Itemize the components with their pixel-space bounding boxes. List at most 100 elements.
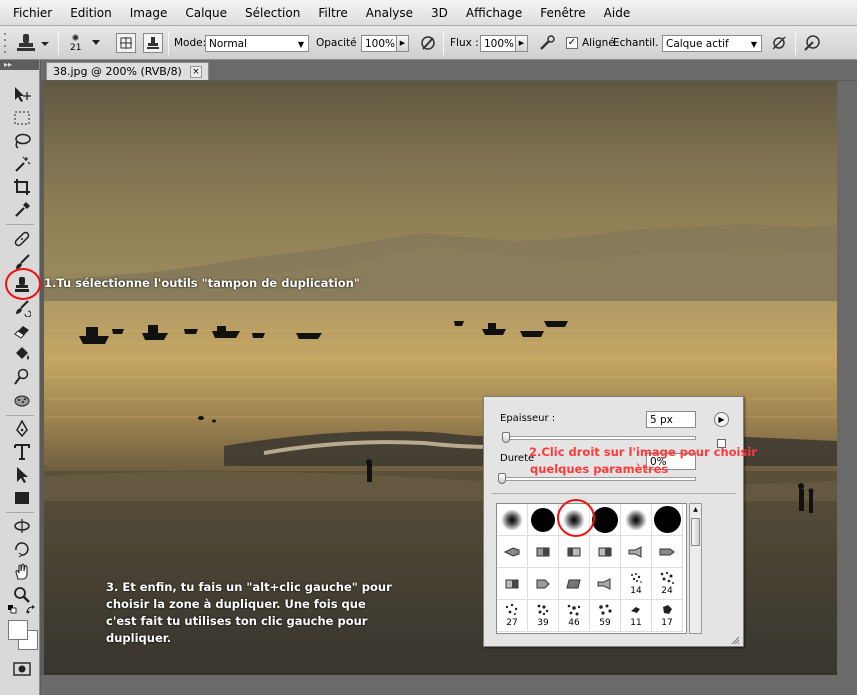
eyedropper-tool[interactable] — [10, 199, 34, 221]
opacity-input[interactable]: 100% — [361, 34, 397, 52]
hand-tool[interactable] — [10, 561, 34, 583]
brush-preset-14[interactable]: 14 — [621, 568, 652, 600]
tip-brush-icon — [566, 579, 581, 588]
brush-preset-tip-2[interactable] — [528, 536, 559, 568]
airbrush-button[interactable] — [537, 33, 557, 53]
aligned-checkbox[interactable]: ✓ — [566, 37, 578, 49]
brush-panel-toggle-button[interactable] — [143, 33, 163, 53]
brush-preset-soft-1[interactable] — [497, 504, 528, 536]
dodge-tool[interactable] — [10, 366, 34, 388]
resize-grip-icon[interactable] — [730, 635, 740, 645]
brush-preset-tip-1[interactable] — [497, 536, 528, 568]
brush-grid-scrollbar[interactable]: ▲ — [689, 503, 702, 634]
pressure-size-button[interactable] — [802, 33, 822, 53]
sample-label: Echantil. : — [613, 37, 666, 49]
hard-brush-icon — [531, 507, 555, 532]
default-colors-button[interactable] — [8, 605, 18, 618]
pen-tool[interactable] — [10, 418, 34, 440]
brush-preset-tip-9[interactable] — [559, 568, 590, 600]
ignore-adjustment-layers-button[interactable] — [769, 33, 789, 53]
opacity-slider-button[interactable]: ▶ — [397, 34, 409, 52]
menu-image[interactable]: Image — [121, 0, 177, 26]
3d-rotate-tool[interactable] — [10, 515, 34, 537]
brush-preset-tip-5[interactable] — [621, 536, 652, 568]
flow-slider-button[interactable]: ▶ — [516, 34, 528, 52]
brush-preset-soft-3[interactable] — [621, 504, 652, 536]
path-selection-tool[interactable] — [10, 464, 34, 486]
brush-preset-tip-8[interactable] — [528, 568, 559, 600]
airbrush-pressure-icon — [421, 36, 435, 50]
zoom-tool[interactable] — [10, 584, 34, 606]
3d-orbit-tool[interactable] — [10, 538, 34, 560]
move-tool[interactable] — [10, 84, 34, 106]
hard-brush-icon — [592, 506, 618, 533]
brush-preset-hard-3[interactable] — [652, 504, 683, 536]
tip-brush-icon — [536, 579, 550, 588]
brush-preset-hard-1[interactable] — [528, 504, 559, 536]
brush-preset-tip-3[interactable] — [559, 536, 590, 568]
brush-picker[interactable]: 21 — [70, 26, 81, 60]
brush-size-label: 59 — [599, 618, 611, 628]
menu-fichier[interactable]: Fichier — [4, 0, 61, 26]
eraser-tool[interactable] — [10, 320, 34, 342]
brush-preset-27[interactable]: 27 — [497, 600, 528, 632]
clone-source-panel-button[interactable] — [116, 33, 136, 53]
marquee-tool[interactable] — [10, 107, 34, 129]
menu-analyse[interactable]: Analyse — [357, 0, 422, 26]
close-icon[interactable]: × — [189, 65, 202, 78]
paint-bucket-tool[interactable] — [10, 343, 34, 365]
brush-dropdown[interactable] — [92, 26, 100, 60]
shape-tool[interactable] — [10, 487, 34, 509]
tool-preset-picker[interactable] — [14, 26, 50, 60]
menu-3d[interactable]: 3D — [422, 0, 457, 26]
lasso-tool[interactable] — [10, 130, 34, 152]
brush-preview-icon — [72, 33, 80, 41]
tools-panel-header[interactable]: ▸▸ — [0, 60, 39, 70]
brush-preset-tip-10[interactable] — [590, 568, 621, 600]
size-input[interactable]: 5 px — [646, 411, 696, 428]
foreground-color-swatch[interactable] — [8, 620, 28, 640]
menu-fenetre[interactable]: Fenêtre — [531, 0, 594, 26]
brush-size-label: 14 — [630, 586, 642, 596]
sample-select[interactable]: Calque actif — [662, 34, 762, 52]
tools-panel: ▸▸ — [0, 60, 40, 695]
brush-preset-tip-4[interactable] — [590, 536, 621, 568]
brush-preset-tip-6[interactable] — [652, 536, 683, 568]
brush-preset-39[interactable]: 39 — [528, 600, 559, 632]
scroll-thumb[interactable] — [691, 518, 700, 546]
brush-size-label: 24 — [661, 586, 673, 596]
brush-size-label: 11 — [630, 618, 642, 628]
swap-colors-button[interactable] — [26, 605, 36, 618]
size-slider-thumb[interactable] — [502, 432, 510, 443]
document-tab[interactable]: 38.jpg @ 200% (RVB/8) × — [46, 62, 209, 80]
sponge-tool[interactable] — [10, 389, 34, 411]
menu-aide[interactable]: Aide — [595, 0, 640, 26]
brush-preset-11[interactable]: 11 — [621, 600, 652, 632]
menu-edition[interactable]: Edition — [61, 0, 121, 26]
pressure-opacity-button[interactable] — [418, 33, 438, 53]
menu-calque[interactable]: Calque — [176, 0, 236, 26]
mode-select[interactable]: Normal — [205, 34, 309, 52]
size-slider[interactable] — [502, 436, 696, 440]
document-tab-bar: 38.jpg @ 200% (RVB/8) × — [41, 60, 857, 80]
brush-preset-59[interactable]: 59 — [590, 600, 621, 632]
menu-selection[interactable]: Sélection — [236, 0, 309, 26]
hardness-slider-thumb[interactable] — [498, 473, 506, 484]
brush-preset-17[interactable]: 17 — [652, 600, 683, 632]
tip-brush-icon — [598, 547, 612, 556]
quick-selection-tool[interactable] — [10, 153, 34, 175]
flow-input[interactable]: 100% — [480, 34, 516, 52]
scroll-up-icon[interactable]: ▲ — [691, 506, 700, 514]
brush-preset-tip-7[interactable] — [497, 568, 528, 600]
crop-tool[interactable] — [10, 176, 34, 198]
history-brush-tool[interactable] — [10, 297, 34, 319]
type-tool[interactable] — [10, 441, 34, 463]
menu-filtre[interactable]: Filtre — [309, 0, 356, 26]
panel-menu-button[interactable]: ▶ — [714, 412, 729, 427]
crop-icon — [14, 179, 30, 195]
brush-preset-46[interactable]: 46 — [559, 600, 590, 632]
menu-affichage[interactable]: Affichage — [457, 0, 531, 26]
brush-preset-24[interactable]: 24 — [652, 568, 683, 600]
quick-mask-button[interactable] — [10, 658, 34, 680]
spot-healing-tool[interactable] — [10, 228, 34, 250]
